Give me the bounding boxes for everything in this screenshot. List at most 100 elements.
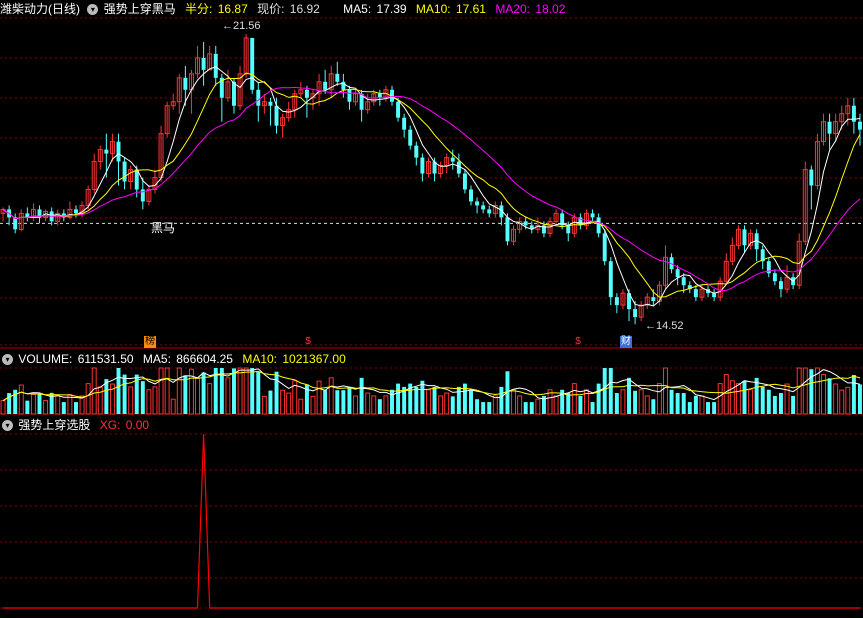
volume-bar	[535, 398, 541, 415]
chart-stage[interactable]	[0, 0, 863, 615]
volume-bar	[37, 394, 42, 414]
candle-body	[712, 293, 717, 298]
half-value: 16.87	[217, 2, 248, 16]
candle-body	[408, 129, 413, 146]
volume-bar	[286, 392, 292, 415]
candle-body	[651, 297, 656, 302]
volume-bar	[310, 395, 316, 415]
heima-label: 黑马	[151, 221, 176, 235]
candle-body	[396, 101, 401, 118]
dollar-tag[interactable]: $	[572, 336, 584, 348]
volume-bar	[571, 383, 577, 415]
volume-bar	[608, 368, 613, 414]
candle-body	[335, 73, 340, 82]
dropdown-icon[interactable]: ▾	[87, 4, 99, 16]
volume-bar	[438, 395, 444, 415]
volume-bar	[183, 375, 188, 414]
volume-bar	[796, 367, 802, 415]
volume-bar	[25, 400, 30, 414]
volume-bar	[627, 377, 631, 414]
volume-bar	[280, 389, 286, 415]
high-price-label: ←21.56	[222, 20, 261, 32]
volume-bar	[353, 395, 359, 415]
stock-chart[interactable]	[0, 0, 863, 615]
candle-body	[201, 57, 206, 70]
candle-body	[323, 81, 328, 90]
candle-body	[596, 217, 601, 234]
candle-body	[675, 269, 680, 278]
volume-bar	[97, 386, 103, 415]
volume-bar	[274, 371, 279, 414]
volume-bar	[195, 377, 200, 415]
candle-body	[481, 205, 486, 210]
volume-bar	[784, 383, 790, 415]
volume-bar	[851, 374, 856, 414]
volume-bar	[237, 367, 243, 415]
candle-body	[608, 261, 613, 298]
ma10-label: MA10:	[415, 2, 451, 16]
bang-tag[interactable]: 榜	[144, 336, 156, 348]
volume-ma5-label: MA5:	[142, 352, 171, 366]
indicator-name[interactable]: 强势上穿黑马	[104, 2, 176, 16]
volume-bar	[469, 389, 473, 414]
volume-bar	[633, 390, 638, 414]
volume-bar	[359, 377, 364, 414]
volume-bar	[675, 393, 680, 414]
volume-bar	[383, 395, 389, 415]
candle-body	[809, 169, 814, 186]
price-value: 16.92	[289, 2, 320, 16]
volume-bar	[316, 380, 322, 415]
candle-body	[304, 89, 309, 98]
volume-bar	[778, 393, 783, 414]
volume-bar	[152, 386, 158, 415]
volume-bar	[323, 390, 328, 414]
xg-signal-line	[3, 433, 860, 609]
volume-bar	[578, 395, 583, 414]
cai-tag[interactable]: 财	[620, 336, 632, 348]
volume-bar	[729, 380, 735, 415]
ma10-line	[2, 72, 861, 298]
volume-bar	[487, 402, 492, 414]
volume-bar	[298, 398, 304, 415]
volume-bar	[656, 383, 662, 415]
ma5-label: MA5:	[343, 2, 372, 16]
candle-body	[104, 149, 109, 154]
volume-bar	[420, 380, 425, 414]
dropdown-icon[interactable]: ▾	[2, 354, 13, 366]
volume-bar	[140, 381, 145, 414]
candle-body	[566, 225, 571, 234]
ma20-label: MA20:	[495, 2, 530, 16]
volume-bar	[425, 389, 431, 415]
volume-bar	[663, 367, 668, 415]
volume-bar	[347, 386, 352, 414]
candle-body	[487, 209, 492, 214]
dollar-tag[interactable]: $	[302, 336, 314, 348]
volume-bar	[723, 374, 729, 415]
volume-bar	[207, 383, 213, 415]
indicator-panel-name[interactable]: 强势上穿选股	[18, 418, 90, 432]
dropdown-icon[interactable]: ▾	[2, 420, 13, 432]
candle-body	[590, 213, 595, 218]
volume-bar	[456, 386, 461, 414]
volume-bar	[699, 395, 705, 415]
volume-bar	[669, 389, 674, 414]
candle-body	[402, 117, 407, 130]
volume-bar	[116, 368, 121, 414]
volume-bar	[450, 396, 455, 414]
volume-bar	[791, 395, 796, 414]
candle-body	[602, 233, 607, 262]
volume-bar	[201, 372, 206, 414]
volume-bar	[225, 377, 231, 415]
volume-bar	[85, 383, 91, 415]
volume-bar	[73, 402, 78, 414]
candle-body	[475, 201, 480, 206]
main-header: 潍柴动力(日线) ▾ 强势上穿黑马 半分: 16.87 现价: 16.92 MA…	[0, 0, 567, 18]
volume-bar	[18, 384, 24, 415]
volume-bar	[390, 389, 394, 414]
volume-bar	[845, 386, 851, 415]
stock-name[interactable]: 潍柴动力(日线)	[0, 2, 80, 16]
volume-bar	[590, 402, 595, 414]
candle-body	[505, 217, 510, 242]
volume-bar	[61, 402, 66, 414]
volume-bar	[748, 389, 754, 415]
